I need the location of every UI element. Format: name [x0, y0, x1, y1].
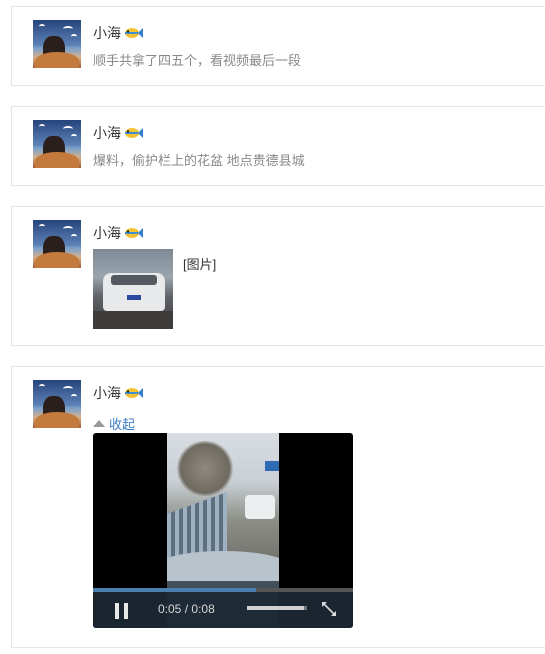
- avatar[interactable]: [33, 380, 81, 428]
- author-name[interactable]: 小海: [93, 23, 121, 43]
- author-name[interactable]: 小海: [93, 123, 121, 143]
- fullscreen-icon[interactable]: [321, 601, 337, 617]
- post-card: 小海 收起 0:05 / 0:08: [11, 366, 545, 648]
- video-controls: 0:05 / 0:08: [93, 592, 353, 628]
- post-card: 小海 [图片]: [11, 206, 545, 346]
- time-separator: /: [184, 602, 189, 616]
- post-image-thumbnail[interactable]: [93, 249, 173, 329]
- volume-slider[interactable]: [247, 606, 307, 610]
- post-card: 小海 顺手共拿了四五个，看视频最后一段: [11, 6, 545, 86]
- current-time: 0:05: [158, 602, 182, 616]
- fish-badge-icon: [125, 388, 143, 398]
- image-placeholder-label: [图片]: [183, 257, 217, 272]
- avatar[interactable]: [33, 20, 81, 68]
- pause-icon[interactable]: [115, 603, 129, 619]
- video-player[interactable]: 0:05 / 0:08: [93, 433, 353, 628]
- collapse-link[interactable]: 收起: [93, 414, 135, 433]
- author-name[interactable]: 小海: [93, 223, 121, 243]
- collapse-triangle-icon: [93, 420, 105, 427]
- fish-badge-icon: [125, 28, 143, 38]
- collapse-label: 收起: [109, 417, 136, 432]
- post-text: 爆料，偷护栏上的花盆 地点贵德县城: [93, 153, 305, 168]
- avatar[interactable]: [33, 120, 81, 168]
- fish-badge-icon: [125, 228, 143, 238]
- post-text: 顺手共拿了四五个，看视频最后一段: [93, 53, 302, 68]
- duration: 0:08: [191, 602, 215, 616]
- author-name[interactable]: 小海: [93, 383, 121, 403]
- video-time: 0:05 / 0:08: [158, 602, 215, 616]
- post-card: 小海 爆料，偷护栏上的花盆 地点贵德县城: [11, 106, 545, 186]
- avatar[interactable]: [33, 220, 81, 268]
- fish-badge-icon: [125, 128, 143, 138]
- volume-fill: [247, 606, 304, 610]
